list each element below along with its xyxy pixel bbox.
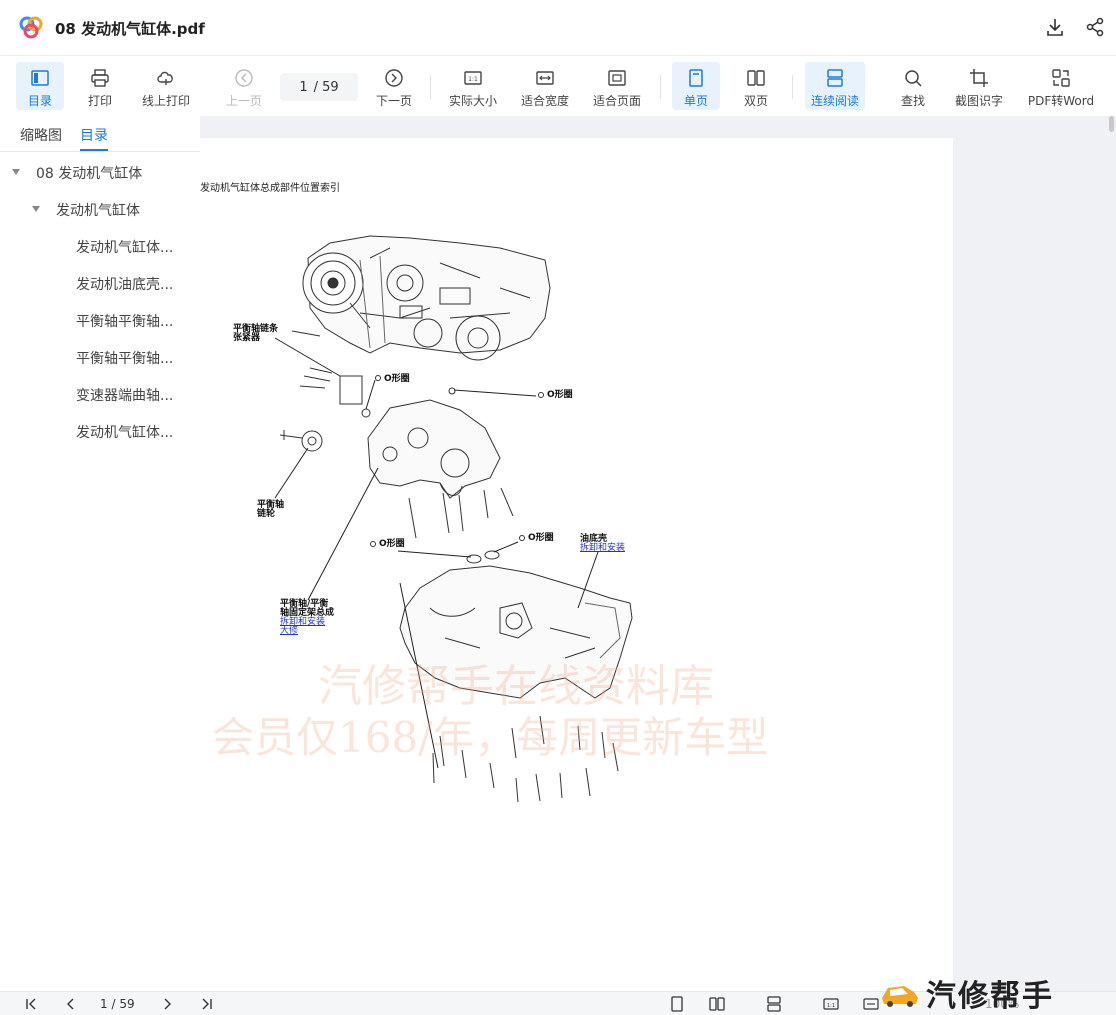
document-title: 08 发动机气缸体.pdf (55, 20, 205, 38)
pdf-to-word-button[interactable]: PDF转Word (1022, 62, 1100, 110)
fit-width-button[interactable]: 适合宽度 (514, 62, 576, 110)
scrollbar-thumb[interactable] (1109, 116, 1114, 132)
search-icon (905, 70, 922, 87)
actual-size-icon[interactable]: 1:1 (822, 995, 840, 1013)
share-icon[interactable] (1084, 16, 1106, 38)
printer-icon (91, 69, 109, 87)
find-button[interactable]: 查找 (890, 62, 936, 110)
app-logo-icon (19, 16, 43, 39)
sidebar: 缩略图 目录 08 发动机气缸体 发动机气缸体 发动机气缸体... 发动机油底壳… (0, 116, 200, 991)
next-circle-icon (385, 69, 403, 87)
prev-page-icon[interactable] (62, 995, 80, 1013)
toc-item[interactable]: 发动机气缸体... (76, 237, 173, 257)
single-page-icon[interactable] (668, 995, 686, 1013)
prev-circle-icon (235, 69, 253, 87)
fit-width-icon (536, 71, 554, 85)
watermark-line2: 会员仅168/年，每周更新车型 (212, 713, 769, 762)
toc-item[interactable]: 变速器端曲轴... (76, 385, 173, 405)
toc-item[interactable]: 发动机气缸体... (76, 422, 173, 442)
prev-page-button[interactable]: 上一页 (218, 62, 270, 110)
convert-icon (1052, 69, 1070, 87)
single-page-icon (689, 69, 703, 87)
fit-page-button[interactable]: 适合页面 (586, 62, 648, 110)
label-oring: O形圈 (384, 374, 410, 384)
oil-pan-link[interactable]: 拆卸和安装 (580, 544, 625, 553)
label-oring: O形圈 (379, 539, 405, 549)
toc-item[interactable]: 平衡轴平衡轴... (76, 348, 173, 368)
online-print-button[interactable]: 线上打印 (136, 62, 196, 110)
continuous-icon[interactable] (765, 995, 783, 1013)
toc-item[interactable]: 平衡轴平衡轴... (76, 311, 173, 331)
label-oring: O形圈 (528, 533, 554, 543)
title-bar: 08 发动机气缸体.pdf (0, 0, 1116, 56)
tab-toc[interactable]: 目录 (80, 125, 108, 145)
toc-item[interactable]: 发动机气缸体 (56, 200, 140, 220)
print-button[interactable]: 打印 (76, 62, 124, 110)
pdf-page: 发动机气缸体总成部件位置索引 平衡轴链条张紧器 O形圈 O形圈 平衡轴链轮 O形… (200, 138, 953, 991)
first-page-icon[interactable] (22, 995, 40, 1013)
collapse-caret-icon[interactable] (32, 206, 40, 212)
car-logo-icon (882, 985, 918, 1007)
toolbar-divider (430, 75, 431, 99)
toolbar: 目录 打印 线上打印 上一页 1 / 59 下一页 1:1 实际大小 适合宽度 … (0, 57, 1116, 115)
toc-item[interactable]: 发动机油底壳... (76, 274, 173, 294)
double-page-button[interactable]: 双页 (732, 62, 780, 110)
next-page-icon[interactable] (158, 995, 176, 1013)
toc-button[interactable]: 目录 (16, 62, 64, 110)
svg-text:1:1: 1:1 (827, 1003, 835, 1009)
label-sprocket: 平衡轴链轮 (257, 500, 285, 519)
cloud-print-icon (157, 71, 173, 85)
last-page-icon[interactable] (198, 995, 216, 1013)
crop-icon (970, 69, 988, 87)
next-page-button[interactable]: 下一页 (368, 62, 420, 110)
engine-block-diagram (274, 235, 633, 803)
balancer-overhaul-link[interactable]: 大修 (280, 627, 298, 636)
toolbar-divider (660, 75, 661, 99)
page-number-input[interactable]: 1 / 59 (280, 73, 358, 101)
tab-indicator (80, 149, 108, 151)
double-page-icon[interactable] (708, 995, 726, 1013)
single-page-button[interactable]: 单页 (672, 62, 720, 110)
label-tensioner: 平衡轴链条张紧器 (233, 324, 279, 343)
toolbar-divider (792, 75, 793, 99)
label-balancer-assembly: 平衡轴/平衡轴固定架总成 (280, 599, 335, 618)
continuous-read-button[interactable]: 连续阅读 (805, 62, 865, 110)
continuous-icon (827, 69, 843, 87)
collapse-caret-icon[interactable] (12, 169, 20, 175)
brand-watermark: 汽修帮手 (880, 970, 1116, 1015)
fit-width-icon[interactable] (862, 995, 880, 1013)
ocr-button[interactable]: 截图识字 (948, 62, 1010, 110)
svg-text:1:1: 1:1 (468, 76, 478, 83)
bottom-page-indicator[interactable]: 1 / 59 (100, 997, 135, 1011)
actual-size-button[interactable]: 1:1 实际大小 (442, 62, 504, 110)
sidebar-tabs: 缩略图 目录 (0, 116, 200, 152)
actual-size-icon: 1:1 (464, 71, 482, 85)
tab-thumbnails[interactable]: 缩略图 (20, 125, 62, 145)
document-viewer[interactable]: 发动机气缸体总成部件位置索引 平衡轴链条张紧器 O形圈 O形圈 平衡轴链轮 O形… (200, 116, 1116, 991)
label-oring: O形圈 (547, 390, 573, 400)
toc-item[interactable]: 08 发动机气缸体 (36, 163, 142, 183)
brand-text: 汽修帮手 (926, 978, 1054, 1014)
download-icon[interactable] (1044, 16, 1066, 38)
double-page-icon (747, 70, 765, 86)
fit-page-icon (608, 70, 626, 86)
sidebar-icon (31, 70, 49, 86)
